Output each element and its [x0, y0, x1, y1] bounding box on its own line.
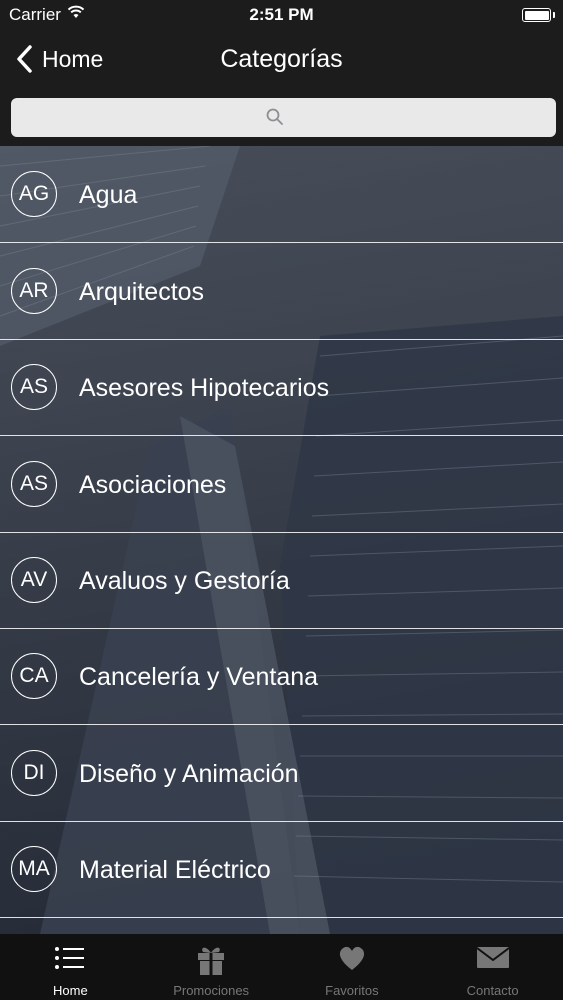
list-item-avaluos-y-gestoria[interactable]: AV Avaluos y Gestoría — [0, 532, 563, 629]
tab-contacto[interactable]: Contacto — [422, 934, 563, 1000]
tab-label: Contacto — [466, 983, 519, 998]
tab-label: Favoritos — [325, 983, 379, 998]
tab-promociones[interactable]: Promociones — [141, 934, 282, 1000]
tab-home[interactable]: Home — [0, 934, 141, 1000]
search-bar — [0, 88, 563, 146]
envelope-icon — [476, 947, 510, 968]
battery-icon — [522, 8, 555, 22]
initials-badge: DI — [11, 750, 57, 796]
tab-label: Home — [53, 983, 88, 998]
list-item-label: Agua — [79, 181, 138, 209]
list-item-label: Avaluos y Gestoría — [79, 567, 290, 595]
initials-badge: CA — [11, 653, 57, 699]
list-item-arquitectos[interactable]: AR Arquitectos — [0, 243, 563, 340]
search-icon — [266, 108, 283, 125]
list-item-canceleria-y-ventana[interactable]: CA Cancelería y Ventana — [0, 628, 563, 725]
initials-badge: AS — [11, 461, 57, 507]
list-item-label: Arquitectos — [79, 278, 205, 306]
list-item-asociaciones[interactable]: AS Asociaciones — [0, 436, 563, 533]
list-item-asesores-hipotecarios[interactable]: AS Asesores Hipotecarios — [0, 339, 563, 436]
initials-badge: MA — [11, 846, 57, 892]
page-title: Categorías — [220, 45, 343, 73]
category-list[interactable]: AG Agua AR Arquitectos AS Asesores Hipot… — [0, 146, 563, 934]
initials-badge: AG — [11, 171, 57, 217]
navigation-bar: Home Categorías — [0, 30, 563, 88]
status-bar: Carrier 2:51 PM — [0, 0, 563, 30]
heart-icon — [339, 946, 364, 970]
list-item-diseno-y-animacion[interactable]: DI Diseño y Animación — [0, 725, 563, 822]
list-item-label: Cancelería y Ventana — [79, 663, 319, 691]
list-item-agua[interactable]: AG Agua — [0, 146, 563, 243]
list-item-label: Material Eléctrico — [79, 856, 271, 884]
list-icon — [55, 947, 85, 969]
initials-badge: AV — [11, 557, 57, 603]
tab-favoritos[interactable]: Favoritos — [282, 934, 423, 1000]
list-item-material-electrico[interactable]: MA Material Eléctrico — [0, 821, 563, 918]
gift-icon — [198, 947, 225, 975]
list-item-label: Asociaciones — [79, 471, 227, 499]
status-time: 2:51 PM — [249, 5, 314, 24]
list-item-label: Diseño y Animación — [79, 760, 299, 788]
initials-badge: AS — [11, 364, 57, 410]
initials-badge: AR — [11, 268, 57, 314]
tab-bar: Home Promociones Favoritos Contacto — [0, 934, 563, 1000]
list-item-label: Asesores Hipotecarios — [79, 374, 330, 402]
tab-label: Promociones — [173, 983, 250, 998]
